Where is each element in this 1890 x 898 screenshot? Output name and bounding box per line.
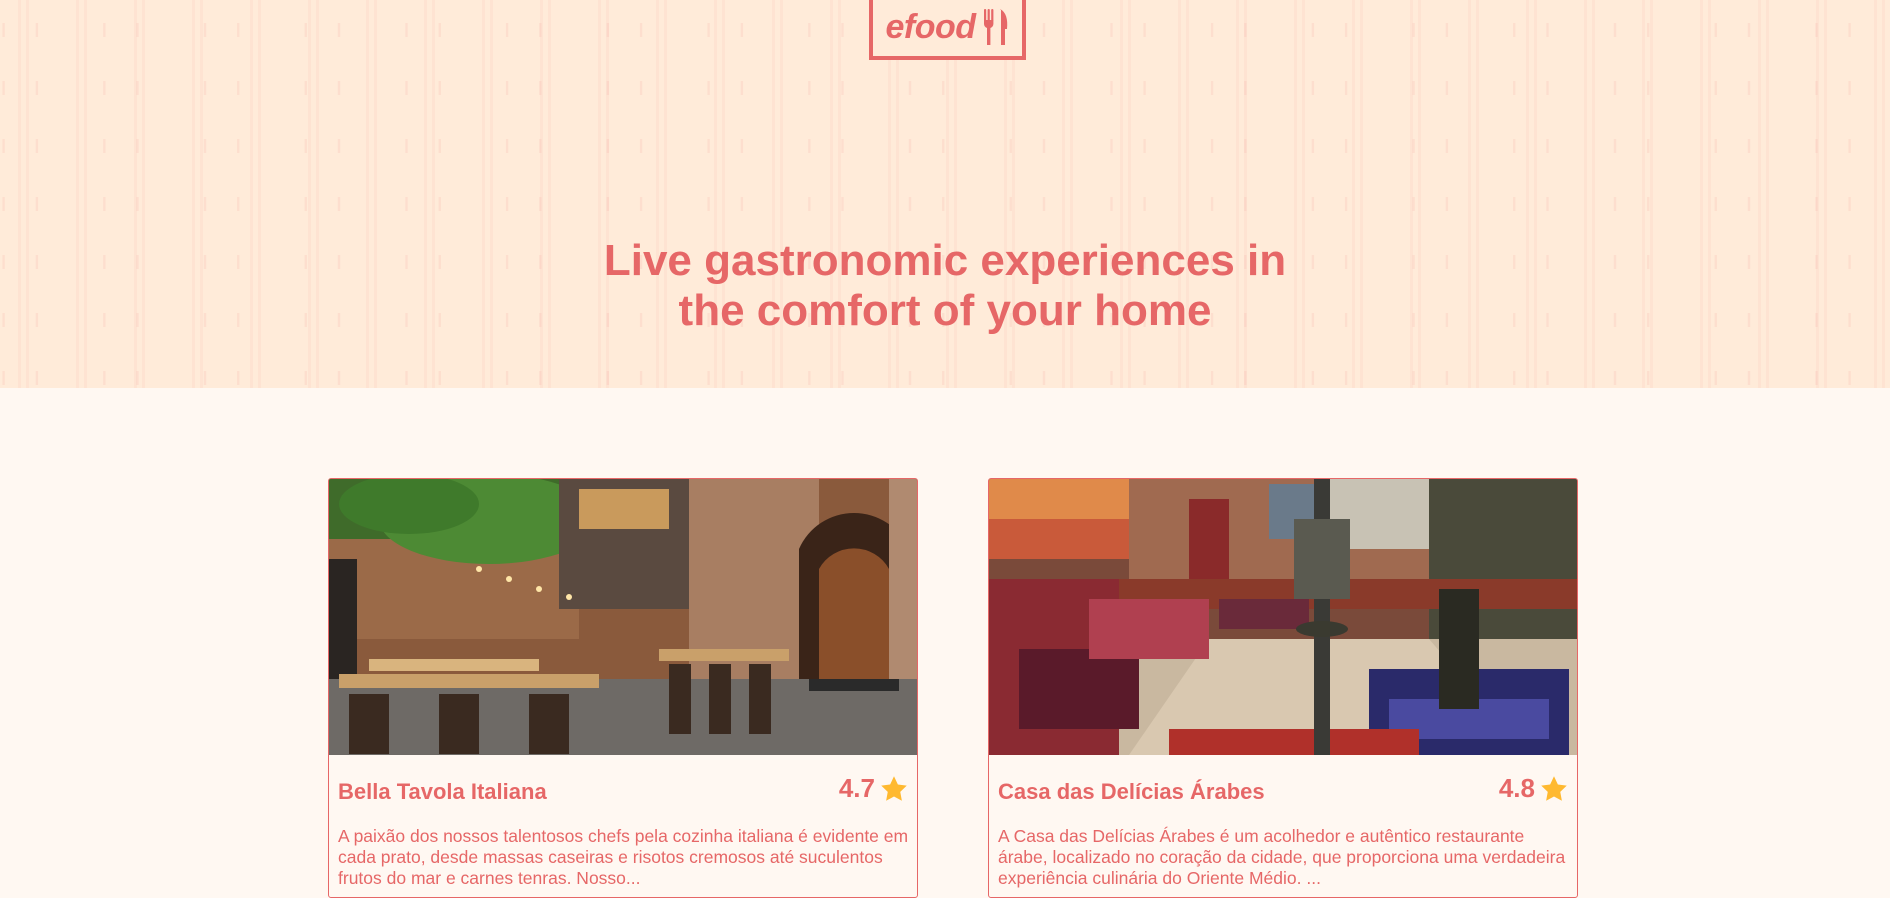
restaurant-name: Bella Tavola Italiana — [338, 779, 547, 804]
rating: 4.7 — [839, 773, 909, 804]
restaurant-name: Casa das Delícias Árabes — [998, 779, 1265, 804]
star-icon — [881, 775, 907, 801]
restaurant-photo — [329, 479, 917, 755]
hero-title-line-2: the comfort of your home — [678, 286, 1212, 335]
rating-value: 4.8 — [1498, 773, 1535, 803]
hero-title: Live gastronomic experiences in the comf… — [0, 236, 1890, 336]
rating: 4.8 — [1499, 773, 1569, 804]
logo-text: efood — [885, 7, 976, 46]
efood-logo[interactable]: efood — [869, 0, 1026, 60]
restaurant-description: A Casa das Delícias Árabes é um acolhedo… — [998, 826, 1566, 888]
hero-banner: ıı ıı ıı ıı ıı ıı ıı ıı ıı ıı ıı ıı ıı ı… — [0, 0, 1890, 388]
restaurant-photo — [989, 479, 1577, 755]
restaurant-description: A paixão dos nossos talentosos chefs pel… — [338, 826, 909, 888]
star-icon — [1541, 775, 1567, 801]
rating-value: 4.7 — [838, 773, 875, 803]
restaurant-card[interactable]: Casa das Delícias Árabes 4.8 A Casa das … — [988, 478, 1578, 898]
restaurant-card[interactable]: Bella Tavola Italiana 4.7 A paixão dos n… — [328, 478, 918, 898]
fork-knife-icon — [983, 9, 1007, 45]
hero-title-line-1: Live gastronomic experiences in — [603, 236, 1287, 285]
